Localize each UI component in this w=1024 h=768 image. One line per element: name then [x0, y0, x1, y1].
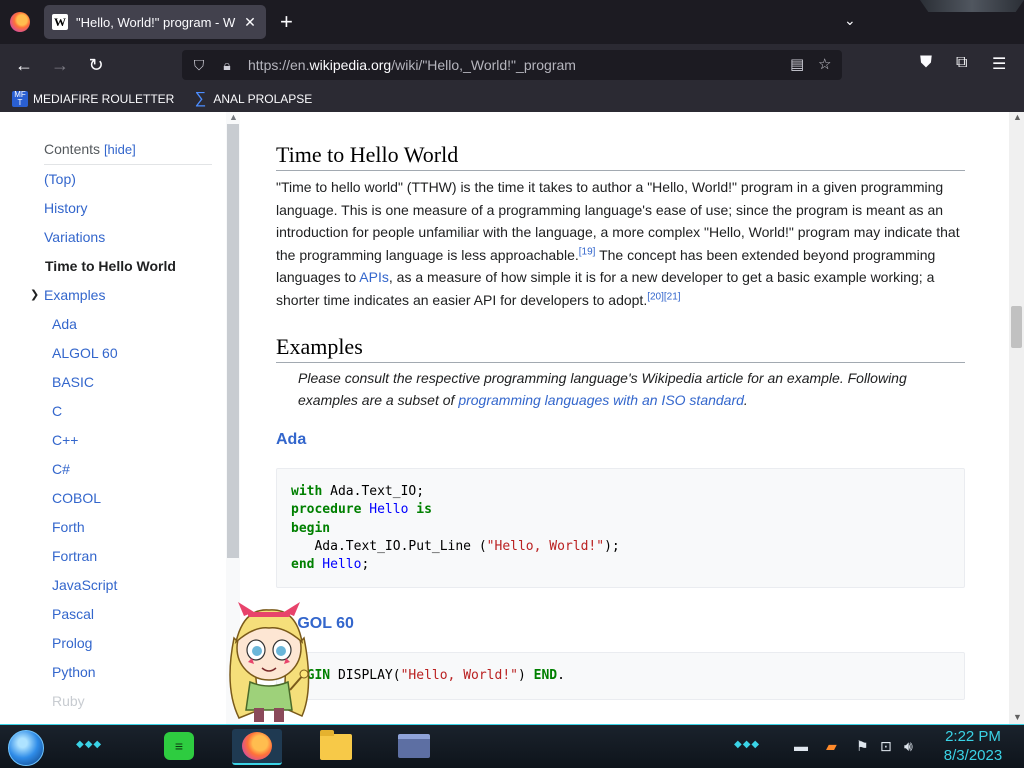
- bookmark-label: ANAL PROLAPSE: [213, 92, 313, 106]
- toc-item[interactable]: Fortran: [52, 548, 97, 564]
- bookmarks-bar: MF T MEDIAFIRE ROULETTER ∑ ANAL PROLAPSE: [0, 86, 1024, 112]
- toc-heading: Contents [hide]: [44, 141, 136, 157]
- tray-flag-icon[interactable]: ⚑: [856, 738, 869, 755]
- scroll-up-arrow-icon[interactable]: ▲: [229, 112, 238, 122]
- hatnote-end: .: [743, 392, 748, 408]
- system-clock[interactable]: 2:22 PM 8/3/2023: [930, 727, 1016, 765]
- toc-title: Contents: [44, 141, 101, 157]
- apis-link[interactable]: APIs: [359, 269, 389, 285]
- toc-item[interactable]: Examples: [44, 287, 105, 303]
- heading-time-to-hello-world: Time to Hello World: [276, 142, 965, 171]
- toc-item[interactable]: Pascal: [52, 606, 94, 622]
- toc-item[interactable]: Time to Hello World: [45, 258, 176, 274]
- toc-item[interactable]: Ruby: [52, 693, 85, 709]
- reference-20-21[interactable]: [20][21]: [647, 291, 680, 302]
- toc-item[interactable]: C++: [52, 432, 78, 448]
- sigma-icon: ∑: [194, 90, 207, 107]
- toc-divider: [44, 164, 212, 165]
- toc-item[interactable]: ALGOL 60: [52, 345, 118, 361]
- code-line: BEGIN DISPLAY("Hello, World!") END.: [291, 668, 565, 683]
- tray-app-icon[interactable]: ▰: [826, 738, 837, 755]
- back-button[interactable]: ←: [12, 53, 36, 77]
- toc-item[interactable]: (Top): [44, 171, 76, 187]
- bookmark-second[interactable]: ∑ ANAL PROLAPSE: [192, 90, 313, 107]
- code-line: end Hello;: [291, 557, 370, 573]
- toc-hide-link[interactable]: [hide]: [104, 142, 136, 157]
- bookmark-mediafire[interactable]: MF T MEDIAFIRE ROULETTER: [12, 91, 174, 107]
- reload-button[interactable]: ↻: [84, 53, 108, 77]
- notes-app-icon[interactable]: ≡: [164, 732, 194, 760]
- tab-bar: W "Hello, World!" program - Wikip ✕ + ⌄: [0, 0, 1024, 44]
- tab-title: "Hello, World!" program - Wikip: [76, 14, 236, 30]
- toc-item[interactable]: History: [44, 200, 88, 216]
- toc-item[interactable]: Python: [52, 664, 96, 680]
- table-of-contents: Contents [hide] ❯ (Top) History Variations…: [0, 112, 226, 724]
- chevron-down-icon[interactable]: ❯: [30, 288, 39, 301]
- bookmark-star-icon[interactable]: ☆: [818, 55, 831, 73]
- firefox-icon[interactable]: [10, 12, 30, 32]
- code-line: Ada.Text_IO.Put_Line ("Hello, World!");: [291, 538, 620, 554]
- heading-ada: Ada: [276, 431, 307, 448]
- tray-overflow-icon[interactable]: ▬: [794, 738, 808, 754]
- character-sticker: [229, 602, 310, 722]
- navigation-toolbar: ← → ↻ ⛉ 🔒︎ https://en.wikipedia.org/wiki…: [0, 44, 1024, 86]
- start-orb-icon[interactable]: [8, 730, 44, 766]
- volume-icon[interactable]: 🔊︎: [904, 738, 913, 755]
- os-taskbar: ◆◆◆ ◆◆◆: [0, 724, 1024, 768]
- ttw-paragraph: "Time to hello world" (TTHW) is the time…: [276, 176, 966, 311]
- window-decoration: [920, 0, 1024, 12]
- forward-button[interactable]: →: [48, 53, 72, 77]
- url-text[interactable]: https://en.wikipedia.org/wiki/"Hello,_Wo…: [248, 57, 576, 73]
- algol-code-block: BEGIN DISPLAY("Hello, World!") END.: [276, 652, 965, 700]
- scroll-up-arrow-icon[interactable]: ▲: [1013, 112, 1022, 122]
- toc-item[interactable]: Forth: [52, 519, 85, 535]
- page-scrollbar-thumb[interactable]: [1011, 306, 1022, 348]
- ada-code-block: with Ada.Text_IO; procedure Hello is beg…: [276, 468, 965, 588]
- toc-item[interactable]: C#: [52, 461, 70, 477]
- chevron-down-icon[interactable]: ⌄: [844, 12, 856, 29]
- code-line: procedure Hello is: [291, 502, 432, 518]
- network-icon[interactable]: ⊡: [880, 738, 892, 755]
- pocket-icon[interactable]: ⛊: [920, 54, 932, 72]
- mediafire-icon: MF T: [12, 91, 28, 107]
- menu-icon[interactable]: ☰: [992, 54, 1006, 74]
- wikipedia-favicon-icon: W: [52, 14, 68, 30]
- toc-item[interactable]: Ada: [52, 316, 77, 332]
- decoration-dots: ◆◆◆: [76, 739, 103, 750]
- decoration-dots: ◆◆◆: [734, 739, 761, 750]
- folder-icon[interactable]: [320, 730, 352, 760]
- hatnote: Please consult the respective programmin…: [298, 367, 958, 411]
- bookmark-label: MEDIAFIRE ROULETTER: [33, 92, 175, 106]
- iso-languages-link[interactable]: programming languages with an ISO standa…: [458, 392, 744, 408]
- toc-item[interactable]: C: [52, 403, 62, 419]
- toc-item[interactable]: COBOL: [52, 490, 101, 506]
- scroll-down-arrow-icon[interactable]: ▼: [1013, 712, 1022, 722]
- toc-item[interactable]: Prolog: [52, 635, 92, 651]
- toc-item[interactable]: BASIC: [52, 374, 94, 390]
- clock-time: 2:22 PM: [945, 728, 1001, 745]
- code-line: with Ada.Text_IO;: [291, 484, 425, 499]
- toc-item[interactable]: Variations: [44, 229, 105, 245]
- toc-scrollbar-thumb[interactable]: [227, 124, 239, 558]
- code-line: begin: [291, 520, 331, 536]
- reader-view-icon[interactable]: ▤: [790, 55, 804, 73]
- address-bar[interactable]: ⛉ 🔒︎ https://en.wikipedia.org/wiki/"Hell…: [182, 50, 842, 80]
- browser-tab[interactable]: W "Hello, World!" program - Wikip ✕: [44, 5, 266, 39]
- reference-19[interactable]: [19]: [579, 246, 596, 257]
- lock-icon[interactable]: 🔒︎: [216, 57, 238, 74]
- clock-date: 8/3/2023: [943, 747, 1003, 764]
- shield-icon[interactable]: ⛉: [188, 57, 210, 74]
- new-tab-button[interactable]: +: [280, 10, 293, 34]
- toc-item[interactable]: JavaScript: [52, 577, 117, 593]
- firefox-taskbar-icon[interactable]: [242, 732, 272, 760]
- wikipedia-page: Contents [hide] ❯ (Top) History Variations…: [0, 112, 1024, 724]
- heading-examples: Examples: [276, 334, 965, 363]
- page-scrollbar[interactable]: [1009, 112, 1024, 724]
- close-tab-icon[interactable]: ✕: [242, 14, 258, 31]
- window-app-icon[interactable]: [398, 734, 430, 758]
- extensions-icon[interactable]: ⧉: [956, 54, 967, 72]
